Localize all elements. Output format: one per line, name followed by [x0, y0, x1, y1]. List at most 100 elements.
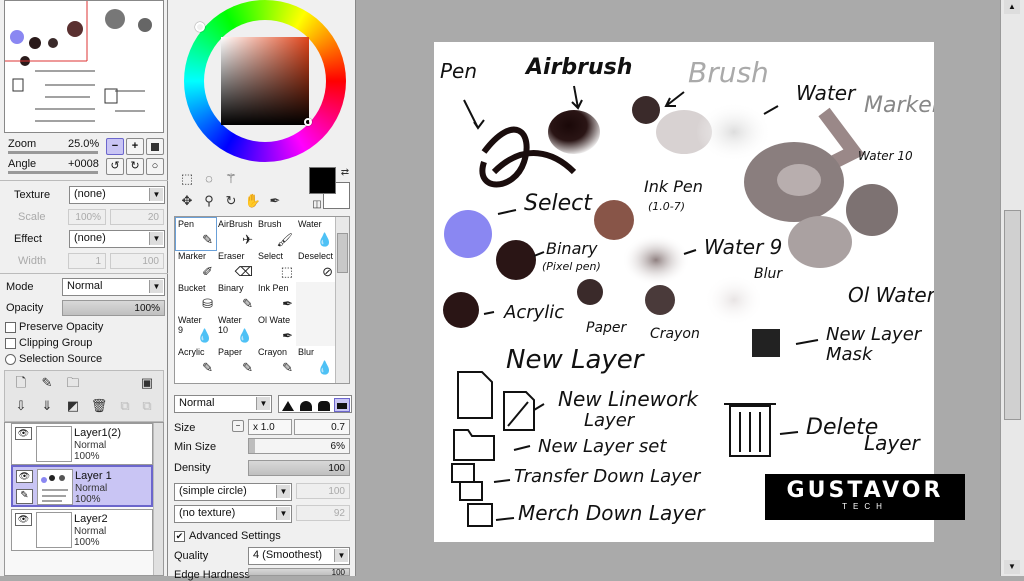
- density-slider[interactable]: 100: [248, 460, 350, 476]
- angle-slider-track[interactable]: [8, 171, 98, 174]
- size-multiplier[interactable]: x 1.0: [248, 419, 292, 435]
- brush-texture-number[interactable]: 92: [296, 505, 350, 521]
- min-size-slider[interactable]: 6%: [248, 438, 350, 454]
- lasso-icon[interactable]: ◌: [200, 170, 218, 188]
- layer-item[interactable]: 👁 Layer2 Normal 100%: [11, 509, 153, 551]
- layer-item-active[interactable]: 👁 ✎ Layer 1 Normal 100%: [11, 465, 153, 507]
- hue-marker[interactable]: [195, 22, 205, 32]
- rotate-icon[interactable]: ↻: [222, 192, 240, 210]
- brush-shape-dropdown[interactable]: (simple circle) ▼: [174, 483, 292, 501]
- new-layer-set-icon[interactable]: 🗀: [64, 374, 82, 392]
- transparent-color-icon[interactable]: ◫: [308, 196, 326, 214]
- size-value[interactable]: 0.7: [294, 419, 350, 435]
- angle-value[interactable]: +0008: [68, 158, 99, 170]
- brush-texture-dropdown[interactable]: (no texture) ▼: [174, 505, 292, 523]
- scroll-down-arrow[interactable]: ▼: [1004, 560, 1020, 574]
- scroll-thumb[interactable]: [1004, 210, 1021, 420]
- new-layer-icon[interactable]: 🗋: [12, 374, 30, 392]
- hand-icon[interactable]: ✋: [244, 192, 262, 210]
- color-wheel[interactable]: [184, 0, 346, 162]
- tool-eraser[interactable]: Eraser ⌫: [216, 250, 256, 282]
- scroll-thumb[interactable]: [337, 233, 348, 273]
- tool-ink-pen[interactable]: Ink Pen ✒: [256, 282, 296, 314]
- swap-colors-icon[interactable]: ⇄: [336, 164, 354, 182]
- layer-item[interactable]: 👁 Layer1(2) Normal 100%: [11, 423, 153, 465]
- zoom-slider-track[interactable]: [8, 151, 98, 154]
- tool-acrylic[interactable]: Acrylic ✎: [176, 346, 216, 378]
- move-icon[interactable]: ✥: [178, 192, 196, 210]
- layer-opacity: 100%: [74, 537, 100, 548]
- sv-marker[interactable]: [304, 118, 312, 126]
- texture-dropdown[interactable]: (none) ▼: [69, 186, 165, 204]
- layer-mode-dropdown[interactable]: Normal ▼: [62, 278, 165, 296]
- tool-pen[interactable]: Pen ✎: [175, 217, 217, 251]
- zoom-icon[interactable]: ⚲: [200, 192, 218, 210]
- size-lock-button[interactable]: −: [232, 420, 244, 432]
- shape-icon[interactable]: [318, 401, 330, 411]
- new-linework-layer-icon[interactable]: ✎: [38, 374, 56, 392]
- eyedropper-icon[interactable]: ✒: [266, 192, 284, 210]
- foreground-color-swatch[interactable]: [309, 167, 336, 194]
- width-slider[interactable]: 1: [68, 253, 106, 269]
- magic-wand-icon[interactable]: ⚚: [222, 170, 240, 188]
- tool-label: Crayon: [258, 347, 288, 357]
- tool-marker[interactable]: Marker ✐: [176, 250, 216, 282]
- brush-shape-selector[interactable]: [278, 395, 352, 413]
- disabled-layer-icon: ⧉: [142, 398, 152, 413]
- scroll-up-arrow[interactable]: ▲: [1004, 0, 1020, 14]
- tool-water9[interactable]: Water 9 💧: [176, 314, 216, 346]
- zoom-reset-button[interactable]: [146, 138, 164, 155]
- canvas-sheet[interactable]: Pen Airbrush Brush Water Marker Water 10…: [434, 42, 934, 542]
- delete-layer-icon[interactable]: 🗑: [90, 397, 108, 415]
- tool-water[interactable]: Water 💧: [296, 218, 336, 250]
- width-number[interactable]: 100: [110, 253, 164, 269]
- tool-crayon[interactable]: Crayon ✎: [256, 346, 296, 378]
- canvas-drawing[interactable]: Pen Airbrush Brush Water Marker Water 10…: [434, 42, 934, 542]
- tool-paper[interactable]: Paper ✎: [216, 346, 256, 378]
- tool-airbrush[interactable]: AirBrush ✈: [216, 218, 256, 250]
- clipping-group-checkbox[interactable]: [5, 338, 16, 349]
- tool-deselect[interactable]: Deselect ⊘: [296, 250, 336, 282]
- brush-shape-number[interactable]: 100: [296, 483, 350, 499]
- new-layer-mask-icon[interactable]: ▣: [138, 374, 156, 392]
- navigator-thumbnail[interactable]: [4, 0, 164, 133]
- rotate-left-button[interactable]: ↺: [106, 158, 124, 175]
- quality-dropdown[interactable]: 4 (Smoothest) ▼: [248, 547, 350, 565]
- layer-list-scrollbar[interactable]: [153, 423, 163, 575]
- tool-blur[interactable]: Blur 💧: [296, 346, 336, 378]
- scale-slider[interactable]: 100%: [68, 209, 106, 225]
- saturation-value-square[interactable]: [221, 37, 309, 125]
- zoom-value[interactable]: 25.0%: [68, 138, 99, 150]
- zoom-out-button[interactable]: −: [106, 138, 124, 155]
- shape-icon[interactable]: [300, 401, 312, 411]
- tool-grid-scrollbar[interactable]: [335, 217, 349, 383]
- scale-number[interactable]: 20: [110, 209, 164, 225]
- tool-bucket[interactable]: Bucket ⛁: [176, 282, 216, 314]
- clear-layer-icon[interactable]: ◩: [64, 397, 82, 415]
- eye-icon[interactable]: 👁: [15, 427, 32, 440]
- new-layer-set-glyph: [453, 429, 495, 461]
- rotate-right-button[interactable]: ↻: [126, 158, 144, 175]
- tool-ol-wate[interactable]: Ol Wate ✒: [256, 314, 296, 346]
- shape-icon-active[interactable]: [334, 398, 350, 412]
- eye-icon[interactable]: 👁: [15, 513, 32, 526]
- merge-down-icon[interactable]: ⇓: [38, 397, 56, 415]
- rotate-reset-button[interactable]: ○: [146, 158, 164, 175]
- tool-select[interactable]: Select ⬚: [256, 250, 296, 282]
- tool-water10[interactable]: Water 10 💧: [216, 314, 256, 346]
- tool-brush[interactable]: Brush 🖌: [256, 218, 296, 250]
- advanced-settings-checkbox[interactable]: ✔: [174, 531, 185, 542]
- layer-opacity-slider[interactable]: 100%: [62, 300, 165, 316]
- preserve-opacity-checkbox[interactable]: [5, 322, 16, 333]
- effect-dropdown[interactable]: (none) ▼: [69, 230, 165, 248]
- selection-source-radio[interactable]: [5, 354, 16, 365]
- eye-icon[interactable]: 👁: [16, 470, 33, 483]
- rect-select-icon[interactable]: ⬚: [178, 170, 196, 188]
- canvas-vertical-scrollbar[interactable]: ▲ ▼: [1000, 0, 1024, 576]
- tool-binary[interactable]: Binary ✎: [216, 282, 256, 314]
- zoom-in-button[interactable]: +: [126, 138, 144, 155]
- brush-mode-dropdown[interactable]: Normal ▼: [174, 395, 272, 413]
- transfer-down-icon[interactable]: ⇩: [12, 397, 30, 415]
- shape-icon[interactable]: [282, 401, 294, 411]
- edge-hardness-slider[interactable]: 100: [248, 568, 350, 577]
